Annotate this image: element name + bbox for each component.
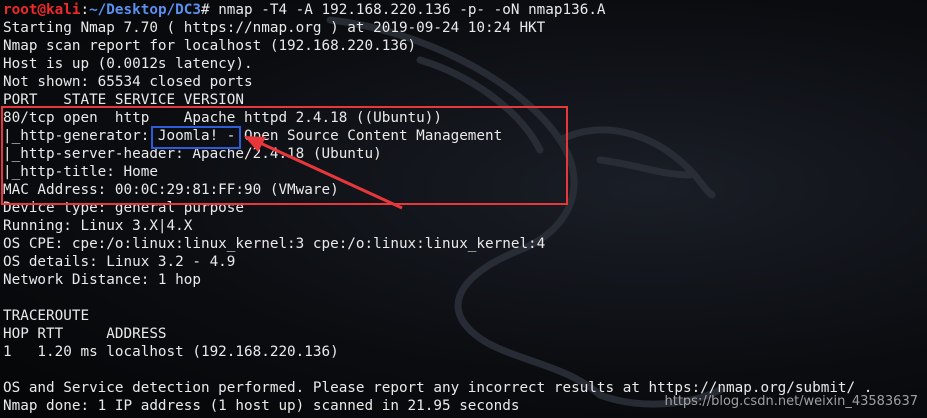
output-line: Network Distance: 1 hop xyxy=(3,272,201,288)
prompt-user-host: root@kali xyxy=(3,2,81,18)
prompt-symbol: # xyxy=(200,2,219,18)
terminal-window[interactable]: root@kali:~/Desktop/DC3# nmap -T4 -A 192… xyxy=(0,0,927,418)
output-line: Nmap scan report for localhost (192.168.… xyxy=(3,38,417,54)
command-text: nmap -T4 -A 192.168.220.136 -p- -oN nmap… xyxy=(218,2,606,18)
annotation-red-box xyxy=(1,106,568,205)
command-line[interactable]: root@kali:~/Desktop/DC3# nmap -T4 -A 192… xyxy=(3,1,872,19)
prompt-path: ~/Desktop/DC3 xyxy=(89,2,201,18)
watermark-text: https://blog.csdn.net/weixin_43583637 xyxy=(664,394,918,409)
output-line: Running: Linux 3.X|4.X xyxy=(3,218,193,234)
prompt-colon: : xyxy=(80,2,90,18)
output-line: 1 1.20 ms localhost (192.168.220.136) xyxy=(3,344,339,360)
annotation-blue-highlight xyxy=(151,126,241,149)
output-line: Starting Nmap 7.70 ( https://nmap.org ) … xyxy=(3,20,546,36)
output-line: OS CPE: cpe:/o:linux:linux_kernel:3 cpe:… xyxy=(3,236,546,252)
output-line: OS details: Linux 3.2 - 4.9 xyxy=(3,254,236,270)
output-line: TRACEROUTE xyxy=(3,308,90,324)
terminal-output: root@kali:~/Desktop/DC3# nmap -T4 -A 192… xyxy=(3,1,872,418)
output-line: HOP RTT ADDRESS xyxy=(3,326,167,342)
output-line: Host is up (0.0012s latency). xyxy=(3,56,253,72)
output-line: Not shown: 65534 closed ports xyxy=(3,74,253,90)
